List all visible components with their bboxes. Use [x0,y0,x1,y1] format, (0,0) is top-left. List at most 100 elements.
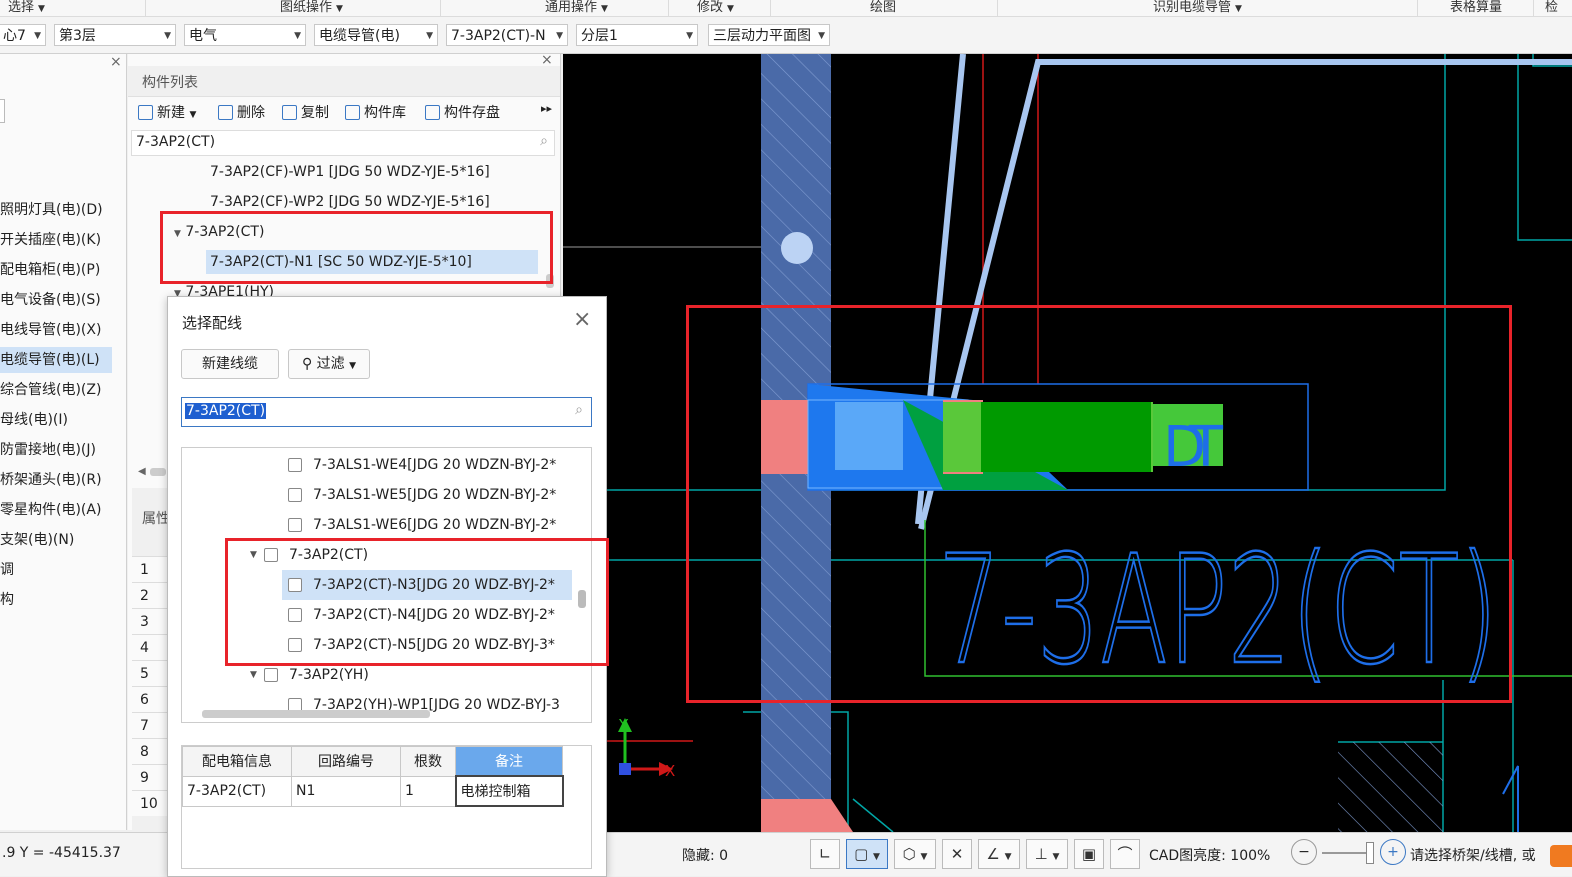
curve-icon[interactable]: ⌒ [1110,839,1140,869]
component-search-field[interactable]: 7-3AP2(CT) ⌕ [131,130,555,156]
table-cell[interactable]: 7-3AP2(CT) [182,775,292,807]
tree-item[interactable]: 7-3ALS1-WE5[JDG 20 WDZN-BYJ-2* [182,480,582,510]
ribbon-drawing-ops[interactable]: 图纸操作 ▼ [280,0,343,15]
checkbox[interactable] [288,458,302,472]
dimension-icon[interactable]: ⊥ ▼ [1026,839,1068,869]
discipline-select[interactable]: 电气 ▼ [184,24,306,46]
table-cell[interactable]: N1 [291,775,401,807]
app-badge-icon[interactable] [1550,845,1572,867]
nav-item[interactable]: 综合管线(电)(Z) [0,377,124,403]
library-button[interactable]: 构件库 [345,102,406,122]
zoom-in-icon[interactable]: + [1380,839,1406,865]
ribbon-identify-cable-conduit[interactable]: 识别电缆导管 ▼ [1153,0,1242,15]
divider [668,0,669,16]
new-cable-button[interactable]: 新建线缆 [181,349,279,379]
layer-select[interactable]: 分层1 ▼ [576,24,698,46]
nav-item[interactable]: 电线导管(电)(X) [0,317,124,343]
wiring-search-field[interactable]: 7-3AP2(CT) ⌕ [181,397,592,427]
caret-down-icon: ▼ [189,110,197,120]
tree-item[interactable]: 7-3ALS1-WE6[JDG 20 WDZN-BYJ-2* [182,510,582,540]
delete-button[interactable]: 删除 [218,102,265,122]
caret-down-icon: ▼ [38,4,45,14]
selector-bar: 心7 ▼ 第3层 ▼ 电气 ▼ 电缆导管(电) ▼ 7-3AP2(CT)-N ▼ 分层1 ▼… [0,17,1572,54]
brightness-slider-track[interactable] [1322,852,1372,854]
nav-item[interactable]: 照明灯具(电)(D) [0,197,124,223]
ribbon-modify[interactable]: 修改 ▼ [697,0,734,15]
y-axis-label: Y [618,716,629,734]
nav-item[interactable]: 桥架通头(电)(R) [0,467,124,493]
tree-h-scrollbar-thumb[interactable] [202,710,430,718]
floor-select-value: 第3层 [59,28,96,44]
save-icon [425,105,440,120]
row-number: 10 [132,790,172,816]
wiring-search-value: 7-3AP2(CT) [185,403,267,419]
display-icon[interactable]: ▣ [1074,839,1104,869]
component-select-value: 7-3AP2(CT)-N [451,28,546,44]
nav-search-field[interactable] [0,99,5,123]
x-axis-label: X [665,762,675,780]
table-cell[interactable]: 电梯控制箱 [454,775,564,807]
checkbox[interactable] [288,518,302,532]
library-button-label: 构件库 [364,105,406,121]
tree-item[interactable]: 7-3ALS1-WE4[JDG 20 WDZN-BYJ-2* [182,450,582,480]
table-header-row: 配电箱信息 回路编号 根数 备注 [182,746,563,777]
table-header: 根数 [400,746,456,777]
cad-canvas[interactable]: DT 7-3AP2(CT) Y X [563,54,1572,832]
nav-item[interactable]: 调 [0,557,124,583]
wiring-table: 配电箱信息 回路编号 根数 备注 7-3AP2(CT) N1 1 电梯控制箱 [182,746,564,807]
cad-hatch-area [1338,742,1443,832]
nav-item[interactable]: 电气设备(电)(S) [0,287,124,313]
origin-icon [619,763,631,775]
close-icon[interactable]: × [110,54,122,70]
comp-item-wp2[interactable]: 7-3AP2(CF)-WP2 [JDG 50 WDZ-YJE-5*16] [210,194,490,210]
ribbon-check[interactable]: 检 [1545,0,1558,15]
nav-item[interactable]: 电缆导管(电)(L) [0,347,112,373]
ribbon-identify-label: 识别电缆导管 [1153,0,1232,15]
comp-item-wp1[interactable]: 7-3AP2(CF)-WP1 [JDG 50 WDZ-YJE-5*16] [210,164,490,180]
nav-item[interactable]: 构 [0,587,124,613]
ribbon-draw[interactable]: 绘图 [870,0,896,15]
ribbon-select[interactable]: 选择 ▼ [8,0,45,15]
save-button-label: 构件存盘 [444,105,500,121]
row-number: 7 [132,712,172,738]
nav-item[interactable]: 配电箱柜(电)(P) [0,257,124,283]
zoom-out-icon[interactable]: − [1291,839,1317,865]
ribbon-table-calc[interactable]: 表格算量 [1450,0,1502,15]
caret-down-icon: ▼ [1235,4,1242,14]
floor-select[interactable]: 第3层 ▼ [54,24,176,46]
highlight-box [225,538,609,666]
type-select[interactable]: 电缆导管(电) ▼ [314,24,438,46]
close-icon[interactable]: × [541,52,553,68]
copy-button[interactable]: 复制 [282,102,329,122]
nav-item[interactable]: 零星构件(电)(A) [0,497,124,523]
left-nav: × 照明灯具(电)(D) 开关插座(电)(K) 配电箱柜(电)(P) 电气设备(电)(… [0,54,127,830]
caret-down-icon: ▼ [34,31,41,41]
close-icon[interactable]: × [573,307,591,332]
checkbox[interactable] [288,488,302,502]
angle-icon[interactable]: ∠ ▼ [978,839,1020,869]
h-scrollbar-thumb[interactable] [150,468,166,476]
more-icon[interactable]: ▸▸ [541,102,552,115]
save-component-button[interactable]: 构件存盘 [425,102,500,122]
brightness-slider-handle[interactable] [1366,842,1374,864]
new-button[interactable]: 新建 ▼ [138,102,196,122]
nav-item[interactable]: 开关插座(电)(K) [0,227,124,253]
select-mode-icon[interactable]: ▢ ▼ [846,839,888,869]
scroll-left-icon[interactable]: ◀ [138,466,146,477]
ribbon-general-ops[interactable]: 通用操作 ▼ [545,0,608,15]
dialog-title: 选择配线 [182,314,243,332]
nav-item[interactable]: 防雷接地(电)(J) [0,437,124,463]
center-select-value: 心7 [3,28,26,44]
table-cell[interactable]: 1 [400,775,456,807]
cad-line [1502,765,1519,832]
nav-item[interactable]: 支架(电)(N) [0,527,124,553]
3d-view-icon[interactable]: ⬡ ▼ [894,839,936,869]
filter-button[interactable]: ⚲ 过滤 ▼ [288,349,370,379]
cross-snap-icon[interactable]: ✕ [942,839,972,869]
component-select[interactable]: 7-3AP2(CT)-N ▼ [446,24,568,46]
center-select[interactable]: 心7 ▼ [0,24,46,46]
plan-select[interactable]: 三层动力平面图 ▼ [708,24,830,46]
checkbox[interactable] [264,668,278,682]
nav-item[interactable]: 母线(电)(I) [0,407,124,433]
ortho-icon[interactable]: ∟ [810,839,840,869]
